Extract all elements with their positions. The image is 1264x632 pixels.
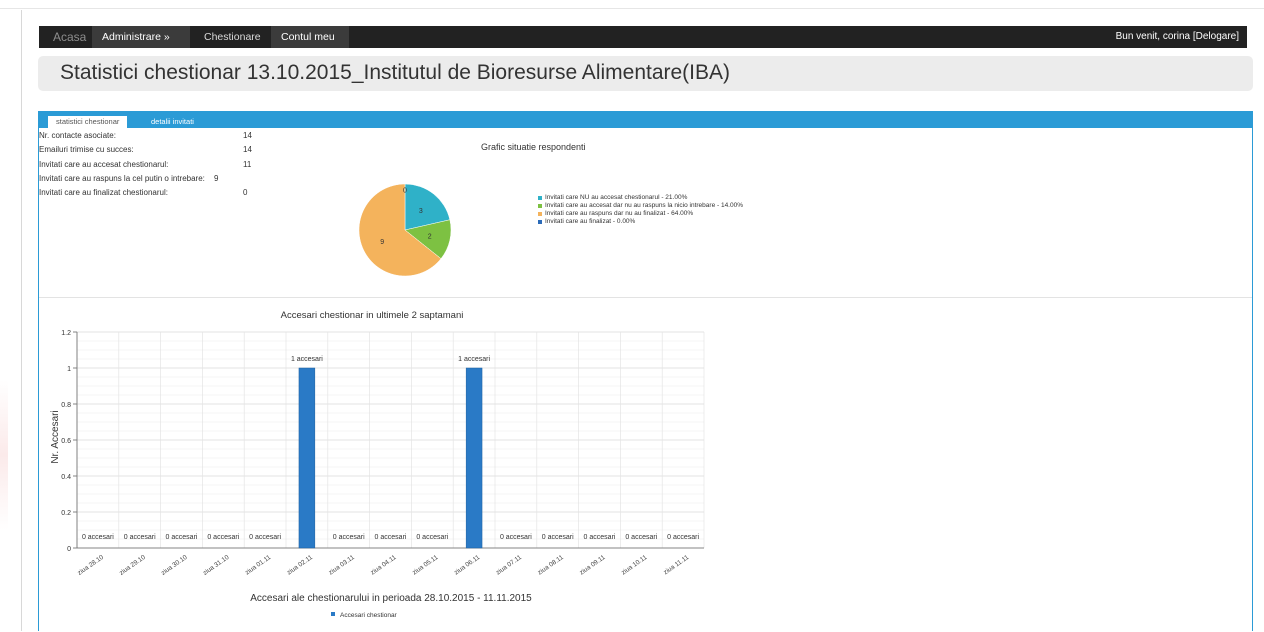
top-border	[0, 8, 1264, 9]
bar-data-label: 0 accesari	[542, 534, 574, 541]
y-tick-label: 0.8	[61, 402, 71, 409]
stat-value: 0	[243, 188, 248, 197]
x-tick-label: ziua 07.11	[495, 554, 524, 577]
legend-swatch	[331, 612, 335, 616]
stat-row: Invitati care au finalizat chestionarul:…	[39, 188, 279, 200]
x-tick-label: ziua 04.11	[369, 554, 398, 577]
bar-chart-ylabel: Nr. Accesari	[50, 410, 61, 463]
legend-swatch	[538, 220, 542, 224]
legend-label: Invitati care au accesat dar nu au raspu…	[545, 202, 744, 209]
section-divider	[39, 297, 1252, 298]
legend-swatch	[538, 212, 542, 216]
legend-item: Invitati care au raspuns dar nu au final…	[538, 210, 743, 218]
bar-data-label: 1 accesari	[458, 356, 490, 363]
stat-row: Invitati care au accesat chestionarul: 11	[39, 160, 279, 172]
x-tick-label: ziua 29.10	[118, 554, 147, 577]
bar-data-label: 0 accesari	[625, 534, 657, 541]
nav-contul-meu[interactable]: Contul meu	[271, 26, 349, 48]
bar-data-label: 0 accesari	[416, 534, 448, 541]
x-tick-label: ziua 28.10	[76, 554, 105, 577]
x-tick-label: ziua 31.10	[202, 554, 231, 577]
legend-label: Invitati care au raspuns dar nu au final…	[545, 210, 694, 217]
legend-item: Invitati care au finalizat - 0.00%	[538, 218, 743, 226]
legend-swatch	[538, 204, 542, 208]
bar-chart-xlabel: Accesari ale chestionarului in perioada …	[250, 593, 532, 604]
stats-panel: statistici chestionar detalii invitati N…	[38, 111, 1253, 631]
stat-value: 14	[243, 145, 252, 154]
x-tick-label: ziua 01.11	[244, 554, 273, 577]
y-tick-label: 0.4	[61, 474, 71, 481]
stat-label: Invitati care au raspuns la cel putin o …	[39, 174, 205, 183]
legend-label: Invitati care NU au accesat chestionarul…	[545, 194, 688, 201]
pie-legend: Invitati care NU au accesat chestionarul…	[538, 194, 743, 226]
x-tick-label: ziua 02.11	[286, 554, 315, 577]
legend-item: Invitati care au accesat dar nu au raspu…	[538, 202, 743, 210]
stat-row: Emailuri trimise cu succes: 14	[39, 145, 279, 157]
bar-data-label: 0 accesari	[333, 534, 365, 541]
bar-data-label: 0 accesari	[82, 534, 114, 541]
stat-value: 11	[243, 160, 252, 169]
pie-slice-label: 3	[419, 208, 423, 215]
pie-chart-title: Grafic situatie respondenti	[481, 142, 586, 152]
bar-chart: Accesari chestionar in ultimele 2 saptam…	[50, 310, 705, 619]
y-tick-label: 0	[67, 546, 71, 553]
tab-bar: statistici chestionar detalii invitati	[39, 112, 1252, 128]
bar-data-label: 0 accesari	[207, 534, 239, 541]
welcome-logout-link[interactable]: Bun venit, corina [Delogare]	[1116, 26, 1239, 48]
x-tick-label: ziua 30.10	[160, 554, 189, 577]
pie-slice-label: 9	[380, 239, 384, 246]
bar-data-label: 0 accesari	[375, 534, 407, 541]
x-tick-label: ziua 03.11	[328, 554, 357, 577]
navbar: Acasa Administrare » Chestionare Contul …	[39, 26, 1247, 48]
side-decoration	[0, 380, 8, 530]
page-title-bar: Statistici chestionar 13.10.2015_Institu…	[38, 56, 1253, 91]
y-tick-label: 1.2	[61, 330, 71, 337]
stat-label: Invitati care au accesat chestionarul:	[39, 160, 169, 169]
x-tick-label: ziua 11.11	[662, 554, 690, 577]
x-tick-label: ziua 09.11	[578, 554, 607, 577]
x-tick-label: ziua 06.11	[453, 554, 482, 577]
bar-data-label: 0 accesari	[124, 534, 156, 541]
pie-chart: 3 2 9 0	[358, 183, 452, 277]
legend-item: Invitati care NU au accesat chestionarul…	[538, 194, 743, 202]
bar	[465, 367, 483, 549]
x-tick-label: ziua 05.11	[411, 554, 440, 577]
x-tick-label: ziua 10.11	[620, 554, 649, 577]
left-border	[21, 10, 22, 631]
bar-chart-title: Accesari chestionar in ultimele 2 saptam…	[281, 310, 464, 321]
stat-label: Emailuri trimise cu succes:	[39, 145, 134, 154]
stat-row: Invitati care au raspuns la cel putin o …	[39, 174, 279, 186]
bar-data-label: 0 accesari	[667, 534, 699, 541]
nav-administrare[interactable]: Administrare »	[92, 26, 190, 48]
legend-label: Accesari chestionar	[340, 612, 398, 619]
pie-slice-label: 2	[428, 234, 432, 241]
stat-label: Nr. contacte asociate:	[39, 131, 116, 140]
stat-value: 14	[243, 131, 252, 140]
y-tick-label: 1	[67, 366, 71, 373]
bar	[298, 367, 316, 549]
nav-home-link[interactable]: Acasa	[43, 26, 96, 48]
x-tick-label: ziua 08.11	[537, 554, 566, 577]
bar-data-label: 0 accesari	[500, 534, 532, 541]
legend-swatch	[538, 196, 542, 200]
bar-data-label: 1 accesari	[291, 356, 323, 363]
stat-row: Nr. contacte asociate: 14	[39, 131, 279, 143]
tab-statistici[interactable]: statistici chestionar	[48, 116, 128, 128]
bar-data-label: 0 accesari	[166, 534, 198, 541]
bar-data-label: 0 accesari	[584, 534, 616, 541]
y-tick-label: 0.6	[61, 438, 71, 445]
stat-label: Invitati care au finalizat chestionarul:	[39, 188, 168, 197]
y-tick-label: 0.2	[61, 510, 71, 517]
legend-label: Invitati care au finalizat - 0.00%	[545, 218, 636, 225]
page-title: Statistici chestionar 13.10.2015_Institu…	[60, 61, 731, 84]
bar-data-label: 0 accesari	[249, 534, 281, 541]
pie-slice-label: 0	[403, 188, 407, 195]
tab-detalii-invitati[interactable]: detalii invitati	[143, 116, 202, 128]
stat-value: 9	[214, 174, 219, 183]
nav-chestionare[interactable]: Chestionare	[194, 26, 271, 48]
